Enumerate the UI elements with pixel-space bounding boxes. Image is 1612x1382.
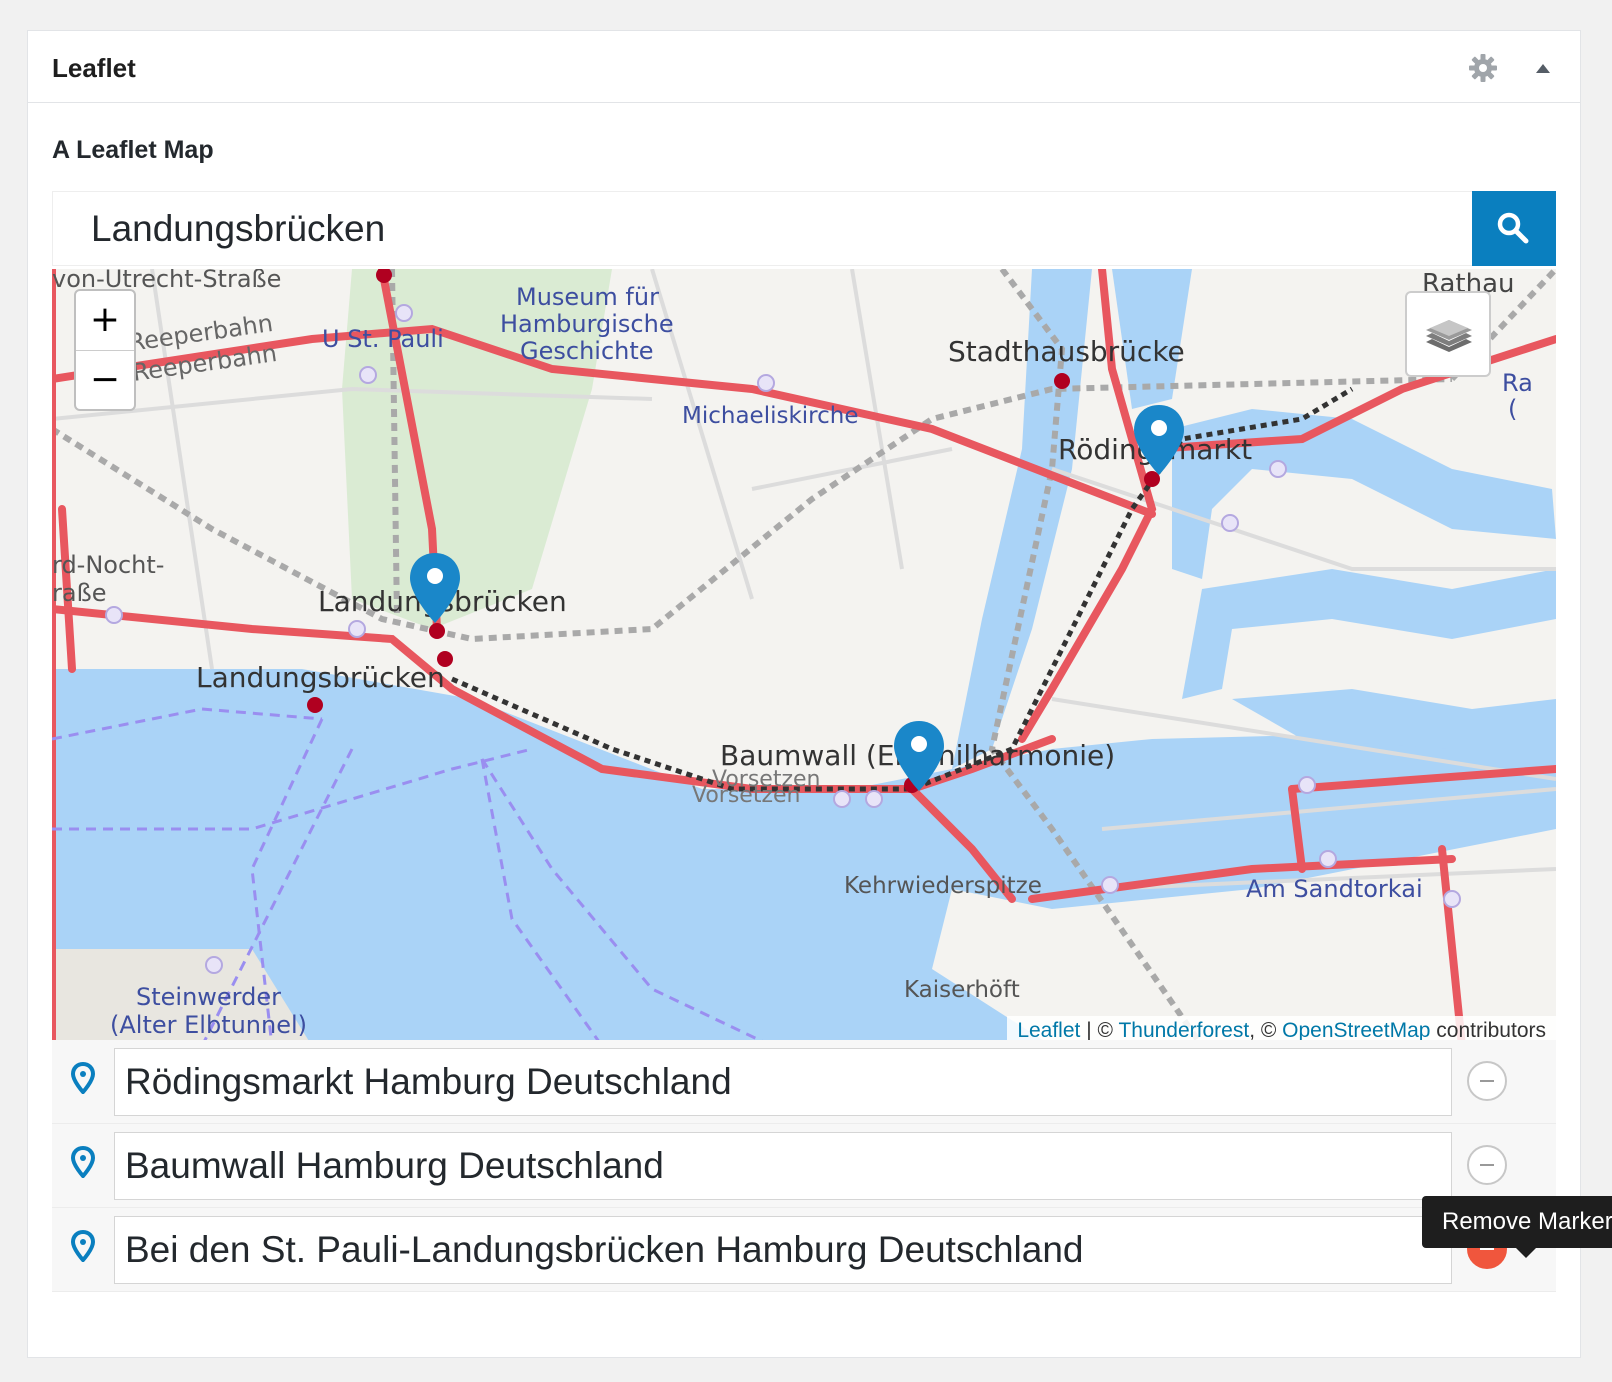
map-label-landungsbruecken: Landungsbrücken (196, 661, 445, 694)
map-label-nocht: rd-Nocht- (52, 551, 165, 579)
map-label-vorsetzen: Vorsetzen (692, 783, 801, 808)
search-button[interactable] (1472, 191, 1556, 266)
triangle-up-icon[interactable] (1528, 53, 1558, 83)
map-marker-roedingsmarkt[interactable] (1132, 403, 1186, 477)
marker-address-input[interactable] (114, 1048, 1452, 1116)
map-pin-icon (70, 1230, 96, 1262)
map-marker-baumwall[interactable] (892, 719, 946, 793)
openstreetmap-link[interactable]: OpenStreetMap (1282, 1019, 1430, 1042)
thunderforest-link[interactable]: Thunderforest (1118, 1019, 1249, 1042)
panel-header: Leaflet (28, 31, 1580, 103)
zoom-out-button[interactable]: − (76, 351, 134, 410)
attribution-separator: , © (1249, 1019, 1283, 1042)
remove-marker-tooltip: Remove Marker (1422, 1196, 1612, 1248)
marker-row (52, 1124, 1556, 1208)
map-label-nocht: raße (52, 579, 107, 607)
map-tiles (52, 269, 1556, 1046)
map-label-museum: Geschichte (520, 337, 654, 365)
map-pin-icon (70, 1062, 96, 1094)
map-label-museum: Hamburgische (500, 310, 674, 338)
layers-button[interactable] (1405, 291, 1491, 377)
marker-address-input[interactable] (114, 1132, 1452, 1200)
map-pin-icon (70, 1146, 96, 1178)
map-label-edge: Ra (1502, 369, 1533, 397)
map-label-sandtorkai: Am Sandtorkai (1246, 875, 1423, 903)
map-label-kaiserhoeft: Kaiserhöft (904, 977, 1020, 1003)
search-bar (52, 191, 1556, 266)
search-icon (1497, 212, 1529, 244)
tooltip-arrow (1516, 1248, 1536, 1258)
marker-address-input[interactable] (114, 1216, 1452, 1284)
remove-marker-button[interactable] (1467, 1061, 1507, 1101)
marker-row (52, 1040, 1556, 1124)
marker-row (52, 1208, 1556, 1292)
map-label-stadthausbruecke: Stadthausbrücke (948, 335, 1185, 368)
panel-title: Leaflet (52, 53, 136, 83)
attribution-separator: | © (1080, 1019, 1119, 1042)
map-label-edge: ( (1508, 395, 1518, 423)
map-label-kehrwiederspitze: Kehrwiederspitze (844, 873, 1042, 899)
leaflet-panel: Leaflet A Leaflet Map Landungsbrücken vo… (27, 30, 1581, 1358)
map-marker-landungsbruecken[interactable] (408, 551, 462, 625)
search-input[interactable] (53, 192, 1477, 265)
map-label-steinwerder: (Alter Elbtunnel) (110, 1011, 308, 1039)
map-label-steinwerder: Steinwerder (136, 983, 281, 1011)
layers-icon (1426, 320, 1472, 352)
remove-marker-button[interactable] (1467, 1145, 1507, 1185)
zoom-control: + − (74, 289, 136, 411)
map-label-stpauli: U St. Pauli (322, 325, 444, 353)
leaflet-link[interactable]: Leaflet (1017, 1019, 1080, 1042)
attribution-suffix: contributors (1430, 1019, 1546, 1042)
zoom-in-button[interactable]: + (76, 291, 134, 351)
block-label: A Leaflet Map (52, 136, 214, 164)
map-label-michaeliskirche: Michaeliskirche (682, 403, 859, 429)
map-canvas[interactable]: von-Utrecht-Straße Reeperbahn Reeperbahn… (52, 269, 1556, 1046)
map-label-museum: Museum für (516, 283, 659, 311)
gear-icon[interactable] (1468, 53, 1498, 83)
